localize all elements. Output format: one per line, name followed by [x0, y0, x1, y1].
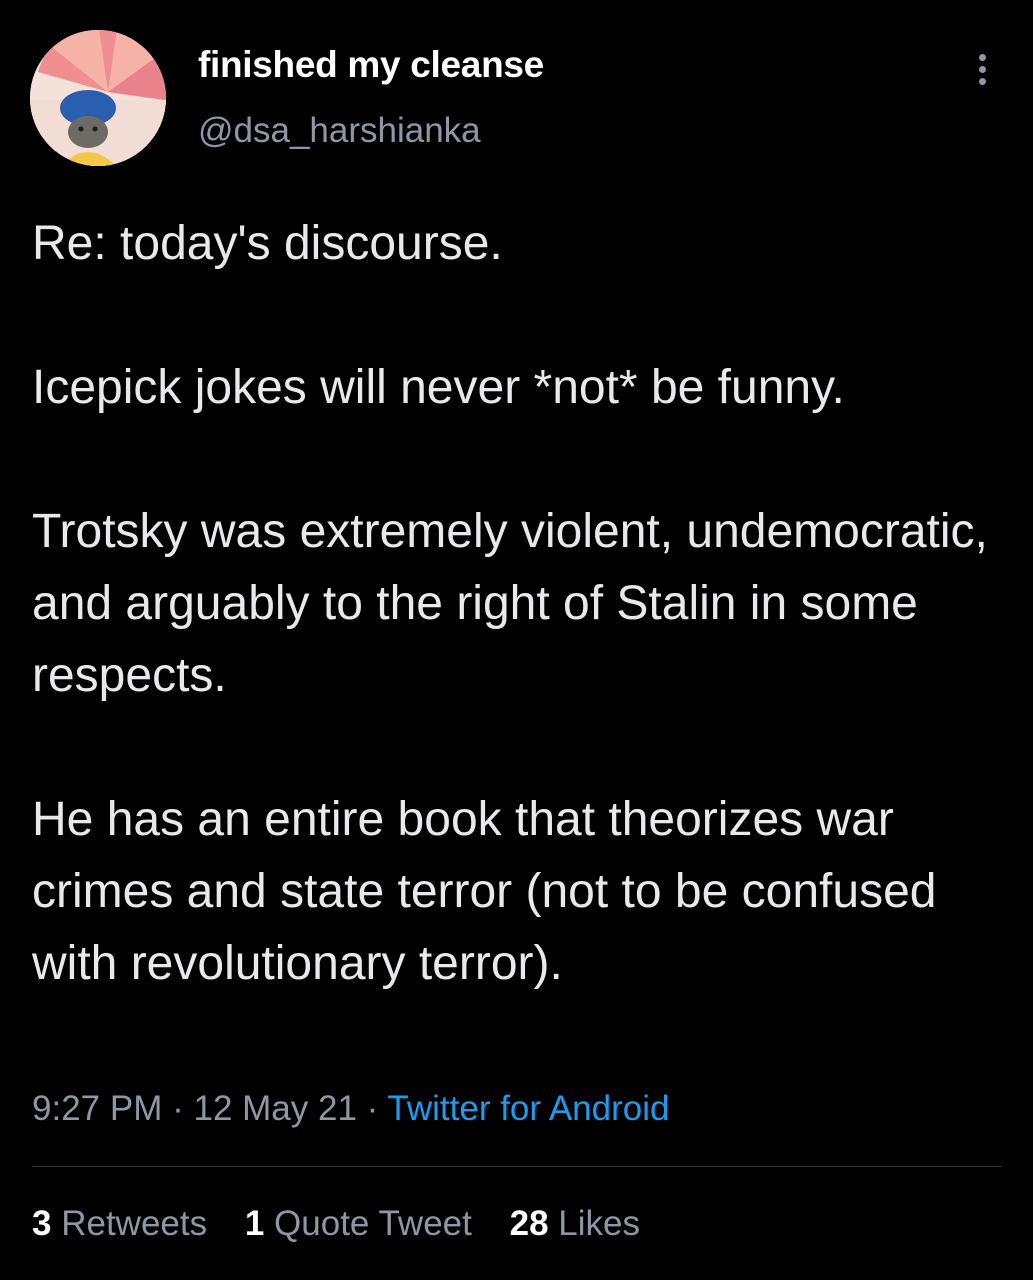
tweet-detail: finished my cleanse @dsa_harshianka Re: … — [0, 0, 1033, 1280]
tweet-date[interactable]: 12 May 21 — [193, 1089, 356, 1128]
quotes-count: 1 — [244, 1204, 265, 1243]
tweet-metadata: 9:27 PM · 12 May 21 · Twitter for Androi… — [32, 1089, 669, 1129]
avatar-image — [30, 30, 166, 166]
tweet-time[interactable]: 9:27 PM — [32, 1089, 162, 1128]
meta-separator: · — [366, 1089, 379, 1128]
author-display-name[interactable]: finished my cleanse — [198, 44, 544, 86]
tweet-paragraph: Trotsky was extremely violent, undemocra… — [32, 505, 988, 702]
retweets-count: 3 — [32, 1204, 52, 1243]
more-options-button[interactable] — [966, 48, 1000, 92]
quotes-label: Quote Tweet — [274, 1204, 472, 1243]
tweet-paragraph: Re: today's discourse. — [32, 217, 503, 270]
author-handle[interactable]: @dsa_harshianka — [198, 111, 481, 151]
likes-stat[interactable]: 28 Likes — [510, 1204, 640, 1244]
tweet-stats: 3 Retweets 1 Quote Tweet 28 Likes — [32, 1204, 668, 1244]
likes-label: Likes — [558, 1204, 640, 1243]
tweet-paragraph: Icepick jokes will never *not* be funny. — [32, 361, 845, 414]
tweet-source-link[interactable]: Twitter for Android — [387, 1089, 669, 1128]
meta-separator: · — [172, 1089, 184, 1128]
retweets-stat[interactable]: 3 Retweets — [32, 1204, 207, 1244]
divider — [32, 1166, 1002, 1167]
tweet-paragraph: He has an entire book that theorizes war… — [32, 793, 937, 990]
quote-tweets-stat[interactable]: 1 Quote Tweet — [245, 1204, 472, 1244]
retweets-label: Retweets — [61, 1204, 208, 1243]
likes-count: 28 — [509, 1204, 549, 1243]
avatar[interactable] — [30, 30, 166, 166]
tweet-text: Re: today's discourse. Icepick jokes wil… — [32, 208, 1007, 1000]
